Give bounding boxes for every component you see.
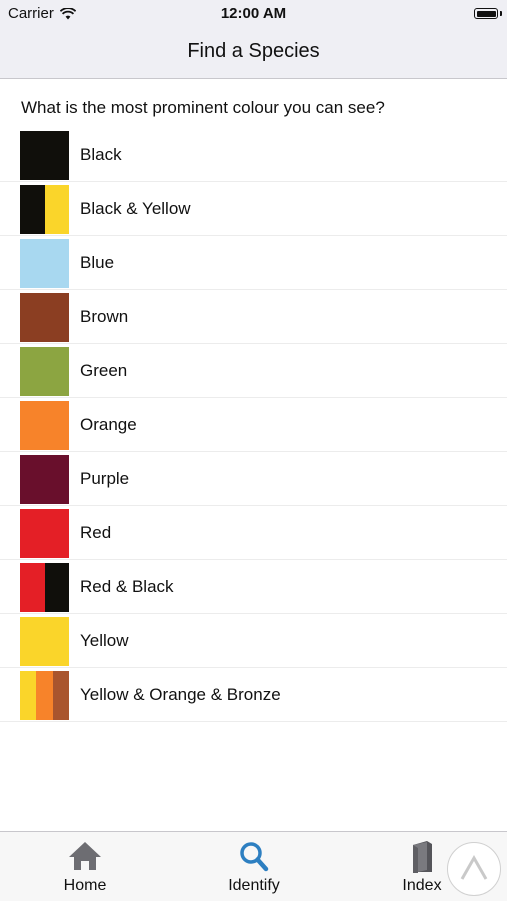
- scroll-to-top-button[interactable]: [447, 842, 501, 896]
- swatch-segment: [20, 617, 69, 666]
- colour-label: Purple: [80, 469, 130, 488]
- colour-label: Red & Black: [80, 577, 174, 596]
- colour-row-yellow[interactable]: Yellow: [0, 614, 507, 668]
- colour-label: Black: [80, 145, 122, 164]
- colour-row-yellow-orange-bronze[interactable]: Yellow & Orange & Bronze: [0, 668, 507, 722]
- colour-swatch: [20, 671, 69, 720]
- colour-row-purple[interactable]: Purple: [0, 452, 507, 506]
- swatch-segment: [44, 185, 69, 234]
- tab-home-label: Home: [63, 877, 107, 894]
- colour-swatch: [20, 131, 69, 180]
- page-title: Find a Species: [187, 40, 320, 62]
- colour-row-orange[interactable]: Orange: [0, 398, 507, 452]
- colour-swatch: [20, 617, 69, 666]
- colour-label: Green: [80, 361, 128, 380]
- tab-bar: Home Identify Index: [0, 831, 507, 901]
- colour-swatch: [20, 455, 69, 504]
- colour-swatch: [20, 509, 69, 558]
- swatch-segment: [20, 563, 45, 612]
- colour-swatch: [20, 239, 69, 288]
- swatch-segment: [20, 347, 69, 396]
- swatch-segment: [36, 671, 53, 720]
- battery-tip: [500, 11, 502, 16]
- colour-label: Yellow: [80, 631, 129, 650]
- search-icon: [240, 842, 269, 872]
- swatch-segment: [52, 671, 69, 720]
- navigation-bar: Find a Species: [0, 28, 507, 79]
- swatch-segment: [20, 401, 69, 450]
- swatch-segment: [20, 455, 69, 504]
- colour-row-black[interactable]: Black: [0, 128, 507, 182]
- colour-label: Blue: [80, 253, 115, 272]
- tab-home[interactable]: Home: [20, 832, 150, 901]
- colour-question: What is the most prominent colour you ca…: [21, 98, 385, 117]
- colour-list: Black Black & Yellow Blue Brown Green Orange P…: [0, 128, 507, 722]
- colour-swatch: [20, 293, 69, 342]
- colour-label: Brown: [80, 307, 129, 326]
- colour-label: Red: [80, 523, 112, 542]
- swatch-segment: [20, 509, 69, 558]
- book-icon: [413, 841, 432, 873]
- chevron-up-icon: [460, 854, 488, 880]
- swatch-segment: [20, 293, 69, 342]
- colour-row-blue[interactable]: Blue: [0, 236, 507, 290]
- status-bar: Carrier 12:00 AM: [0, 0, 507, 28]
- battery-icon: [474, 8, 498, 19]
- swatch-segment: [20, 131, 69, 180]
- colour-label: Yellow & Orange & Bronze: [80, 685, 281, 704]
- colour-label: Black & Yellow: [80, 199, 191, 218]
- swatch-segment: [44, 563, 69, 612]
- colour-swatch: [20, 563, 69, 612]
- tab-identify-label: Identify: [228, 877, 280, 894]
- colour-row-red-black[interactable]: Red & Black: [0, 560, 507, 614]
- swatch-segment: [20, 239, 69, 288]
- colour-row-black-yellow[interactable]: Black & Yellow: [0, 182, 507, 236]
- colour-swatch: [20, 347, 69, 396]
- colour-swatch: [20, 401, 69, 450]
- colour-label: Orange: [80, 415, 137, 434]
- tab-identify[interactable]: Identify: [189, 832, 319, 901]
- colour-row-brown[interactable]: Brown: [0, 290, 507, 344]
- colour-swatch: [20, 185, 69, 234]
- status-time: 12:00 AM: [220, 5, 287, 22]
- colour-row-red[interactable]: Red: [0, 506, 507, 560]
- swatch-segment: [20, 671, 37, 720]
- swatch-segment: [20, 185, 45, 234]
- home-icon: [69, 842, 101, 870]
- colour-row-green[interactable]: Green: [0, 344, 507, 398]
